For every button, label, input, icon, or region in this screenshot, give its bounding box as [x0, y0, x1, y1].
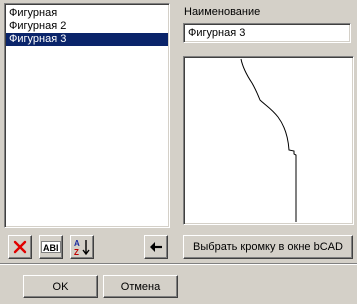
- ok-label: OK: [52, 280, 69, 293]
- pick-edge-label: Выбрать кромку в окне bCAD: [193, 241, 343, 253]
- back-arrow-button[interactable]: [144, 235, 168, 259]
- separator: [0, 263, 357, 265]
- profile-preview: [183, 56, 354, 225]
- delete-button[interactable]: [8, 235, 32, 259]
- profiles-list[interactable]: Фигурная Фигурная 2 Фигурная 3: [4, 3, 170, 228]
- cancel-label: Отмена: [120, 280, 161, 293]
- name-label: Наименование: [184, 6, 261, 18]
- svg-text:Z: Z: [74, 248, 79, 256]
- list-item-selected[interactable]: Фигурная 3: [6, 33, 168, 46]
- arrow-left-icon: [150, 242, 162, 252]
- sort-az-icon: A Z: [74, 239, 90, 256]
- rename-button[interactable]: ABI: [39, 235, 63, 259]
- list-item[interactable]: Фигурная: [6, 7, 168, 20]
- cancel-button[interactable]: Отмена: [103, 275, 178, 298]
- profile-curve: [240, 58, 297, 222]
- name-input[interactable]: Фигурная 3: [183, 23, 351, 43]
- ok-button[interactable]: OK: [23, 275, 98, 298]
- list-item[interactable]: Фигурная 2: [6, 20, 168, 33]
- pick-edge-button[interactable]: Выбрать кромку в окне bCAD: [183, 235, 353, 259]
- rename-abi-icon: ABI: [41, 241, 61, 253]
- sort-button[interactable]: A Z: [70, 235, 94, 259]
- svg-text:ABI: ABI: [43, 243, 59, 253]
- svg-text:A: A: [74, 239, 80, 248]
- delete-x-icon: [13, 240, 27, 254]
